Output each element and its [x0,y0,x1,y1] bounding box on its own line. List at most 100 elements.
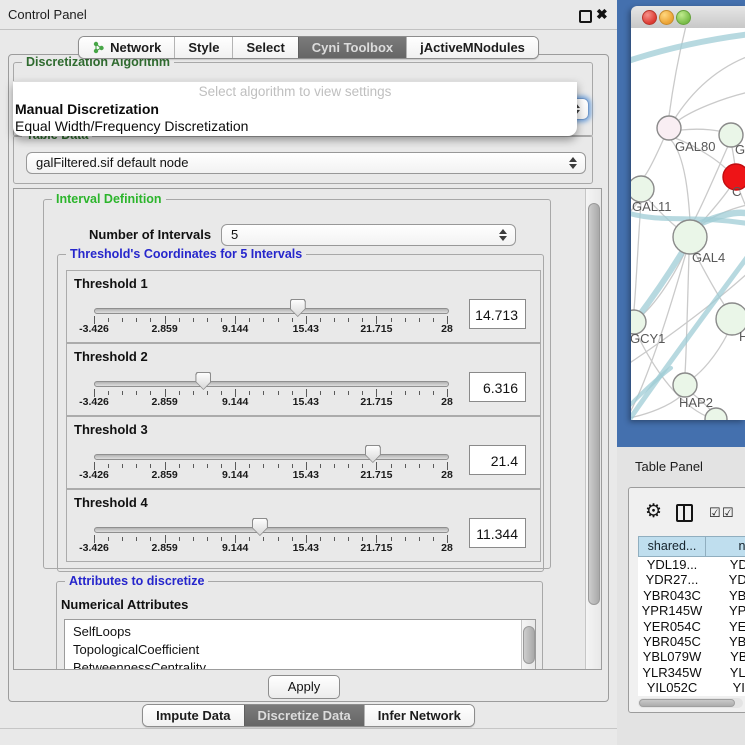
slider-tick-label: 9.144 [205,396,265,408]
minimize-traffic-light-icon[interactable] [659,10,674,25]
threshold-slider-thumb[interactable] [365,445,381,463]
network-edge [693,146,728,222]
close-traffic-light-icon[interactable] [642,10,657,25]
threshold-value-field[interactable]: 11.344 [469,518,526,548]
threshold-slider-thumb[interactable] [290,299,306,317]
column-header-0[interactable]: shared... [638,536,706,557]
zoom-traffic-light-icon[interactable] [676,10,691,25]
slider-tick [122,537,123,541]
settings-gear-icon[interactable]: ⚙ [645,500,662,523]
thresholds-group-title: Threshold's Coordinates for 5 Intervals [66,247,306,261]
slider-tick [179,537,180,541]
table-row[interactable]: YBR043CYBR0 [638,588,745,603]
settings-vertical-scrollbar[interactable] [585,189,601,669]
threshold-label: Threshold 2 [74,349,148,364]
tab-discretize-data[interactable]: Discretize Data [244,705,364,726]
numerical-attributes-list[interactable]: SelfLoopsTopologicalCoefficientBetweenne… [64,619,536,670]
table-cell: YBL079W [638,649,706,664]
network-node-gal80[interactable] [657,116,681,140]
threshold-slider-track[interactable] [94,308,449,314]
network-node-gal4[interactable] [673,220,707,254]
table-cell: YDR2 [706,572,745,587]
tab-select[interactable]: Select [232,37,297,58]
table-cell: YDL19... [638,557,706,572]
slider-tick [263,537,264,541]
tab-label: Cyni Toolbox [312,40,393,55]
table-row[interactable]: YPR145WYPR1 [638,603,745,618]
slider-tick [249,391,250,395]
slider-tick [292,537,293,541]
table-row[interactable]: YDR27...YDR2 [638,572,745,587]
network-node-label: GAL80 [675,139,715,154]
network-edge [679,92,745,120]
slider-tick [334,464,335,468]
table-row[interactable]: YBL079WYBL0 [638,649,745,664]
number-of-intervals-label: Number of Intervals [89,227,211,242]
slider-tick [179,391,180,395]
column-split-icon[interactable] [676,504,693,522]
slider-tick [433,391,434,395]
slider-tick-label: 2.859 [135,542,195,554]
slider-tick [108,464,109,468]
interval-definition-group: Interval Definition Number of Intervals … [43,199,551,569]
popup-item-equal-width-frequency[interactable]: Equal Width/Frequency Discretization [15,118,248,134]
threshold-slider-track[interactable] [94,381,449,387]
checkbox-icon[interactable]: ☑ [709,505,721,521]
threshold-slider-track[interactable] [94,454,449,460]
slider-tick-label: 21.715 [346,469,406,481]
tab-label: Select [246,40,284,55]
threshold-value-field[interactable]: 14.713 [469,299,526,329]
table-horizontal-scrollbar[interactable] [638,698,743,708]
network-node-label: GCY1 [631,331,665,346]
table-row[interactable]: YLR345WYLR3 [638,665,745,680]
thresholds-group: Threshold's Coordinates for 5 Intervals … [57,254,544,572]
network-edge [669,56,745,128]
threshold-slider-thumb[interactable] [195,372,211,390]
float-window-icon[interactable] [579,10,592,23]
column-header-1[interactable]: na [706,536,745,557]
threshold-value-field[interactable]: 21.4 [469,445,526,475]
tab-style[interactable]: Style [174,37,232,58]
table-cell: YBR0 [706,634,745,649]
network-node-hap2[interactable] [673,373,697,397]
attributes-list-scrollbar[interactable] [521,620,535,670]
table-cell: YBR045C [638,634,706,649]
panel-bottom-divider [0,728,617,729]
slider-tick [433,537,434,541]
tab-cyni-toolbox[interactable]: Cyni Toolbox [298,37,406,58]
slider-tick [207,318,208,322]
tab-label: Network [110,40,161,55]
slider-tick [136,391,137,395]
attribute-list-item[interactable]: BetweennessCentrality [65,658,535,670]
attribute-list-item[interactable]: SelfLoops [65,622,535,640]
slider-tick [334,318,335,322]
table-cell: YDR27... [638,572,706,587]
tab-infer-network[interactable]: Infer Network [364,705,474,726]
table-row[interactable]: YDL19...YDL1 [638,557,745,572]
network-edge [685,254,689,373]
number-of-intervals-spinner[interactable]: 5 [221,224,516,246]
close-icon[interactable]: ✖ [596,6,608,23]
attribute-list-item[interactable]: TopologicalCoefficient [65,640,535,658]
table-row[interactable]: YIL052CYIL0 [638,680,745,695]
tab-impute-data[interactable]: Impute Data [143,705,243,726]
slider-tick [348,318,349,322]
slider-tick [122,464,123,468]
checkbox-icon[interactable]: ☑ [722,505,734,521]
slider-tick [193,464,194,468]
tab-jactivemnodules[interactable]: jActiveMNodules [406,37,538,58]
table-data-combobox[interactable]: galFiltered.sif default node [26,152,586,174]
threshold-value-field[interactable]: 6.316 [469,372,526,402]
slider-tick [419,391,420,395]
table-row[interactable]: YBR045CYBR0 [638,634,745,649]
table-row[interactable]: YER054CYER0 [638,619,745,634]
tab-network[interactable]: Network [79,37,174,58]
slider-tick [221,464,222,468]
slider-tick-label: 2.859 [135,469,195,481]
network-canvas[interactable]: GAL80G.CGAL11GAL4GCY1HHAP2 [631,28,745,420]
apply-button[interactable]: Apply [268,675,340,699]
threshold-panel: Threshold 1 14.713 -3.4262.8599.14415.43… [66,270,541,343]
threshold-slider-track[interactable] [94,527,449,533]
popup-item-manual-discretization[interactable]: Manual Discretization [15,101,159,117]
threshold-slider-thumb[interactable] [252,518,268,536]
